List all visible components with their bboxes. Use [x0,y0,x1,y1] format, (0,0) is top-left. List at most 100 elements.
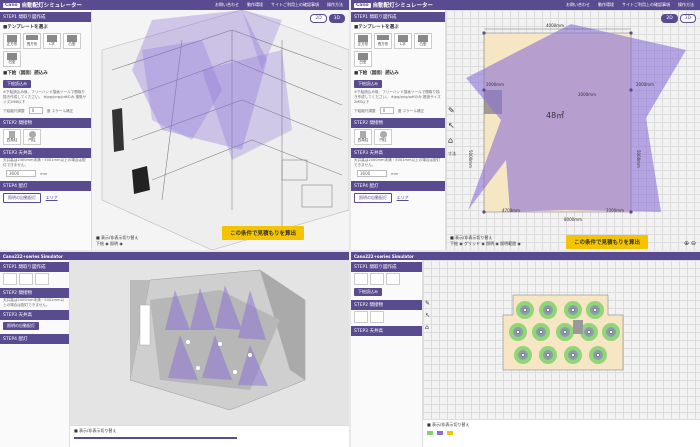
dim-left2: 2000mm [578,92,596,97]
nav-env-2[interactable]: 動作環境 [598,2,614,8]
pointer-icon-4[interactable]: ↖ [425,312,430,319]
step1-header-2: STEP1 間取り図作成 [351,12,445,22]
shape-cylinder[interactable]: 円柱 [23,129,41,145]
legend-purple [437,431,443,435]
rect-icon [26,35,38,40]
legend-bar: ■ 表示/非表示切り替え [423,419,700,447]
template-heading-2: ■テンプレートを選ぶ [354,25,399,30]
view-3d-tab[interactable]: 3D [328,14,345,23]
square-icon [7,35,17,42]
shape-prism-4[interactable] [354,311,368,323]
cylinder-icon [28,131,36,138]
scale-fix-2[interactable]: スケール補正 [403,109,425,113]
brand-logo-2: Cano [354,2,371,8]
zoom-out-icon[interactable]: ⊖ [691,240,696,247]
template-square[interactable]: 正方形 [3,33,21,49]
prism-icon-2 [360,131,366,138]
toggle-bar-2: ■ 表示/非表示切り替え 下絵 ◉ グリッド ◉ 照明 ◉ 照明範囲 ◉ [450,235,521,246]
pencil-icon-4[interactable]: ✎ [425,300,430,307]
scale-input-2[interactable]: 0 [379,107,394,114]
template-square-2[interactable]: 正方形 [354,33,372,49]
auto-light-button-2[interactable]: 照明の自動配灯 [354,193,392,203]
upload-button-4[interactable]: 下絵読込み [354,288,382,296]
shape-prism[interactable]: 四角柱 [3,129,21,145]
nav-howto[interactable]: 操作方法 [327,2,343,8]
toggle-light-2[interactable]: 照明 [486,241,494,246]
template-f[interactable] [386,273,400,285]
view-2d-tab[interactable]: 2D [310,14,327,23]
area-link[interactable]: エリア [46,195,58,200]
step3-header-3: STEP3 天井高 [0,310,69,320]
nav-contact-2[interactable]: お問い合わせ [566,2,590,8]
template-convex-2[interactable]: 凸型 [414,33,432,49]
cylinder-icon-2 [379,131,387,138]
template-a[interactable] [3,273,17,285]
brightness-slider[interactable] [74,437,237,439]
toggle-light[interactable]: 照明 [110,241,118,246]
step3-header-2: STEP3 天井高 [351,148,445,158]
nav-terms-2[interactable]: サイトご利用上の確認事項 [622,2,670,8]
upload-heading-2: ■下絵（図面）読込み [354,71,399,76]
concave-icon [7,53,17,60]
square-icon-2 [358,35,368,42]
estimate-button[interactable]: この条件で見積もりを算出 [222,226,305,240]
app-title: 自動配灯シミュレーター [21,3,83,9]
zoom-in-icon[interactable]: ⊕ [684,240,689,247]
toggle-grid[interactable]: グリッド [464,241,480,246]
sidebar-4: STEP1 間取り図作成 下絵読込み STEP2 間接物 STEP3 天井高 [351,260,423,447]
area-label: 48㎡ [546,111,565,120]
dim-side-l: 5000mm [468,150,473,168]
2d-plan-canvas[interactable]: 2D 3D ✎ ↖ ⌂ 寸法 4000mm 2000mm 2000mm 2000… [446,10,700,250]
dim-left1: 2000mm [486,82,504,87]
step4-header: STEP4 配灯 [0,181,91,191]
toggle-floor-2[interactable]: 下絵 [450,241,458,246]
shape-prism-2[interactable]: 四角柱 [354,129,372,145]
template-c[interactable] [35,273,49,285]
template-e[interactable] [370,273,384,285]
nav-howto-2[interactable]: 操作方法 [678,2,694,8]
nav-env[interactable]: 動作環境 [247,2,263,8]
ceiling-input[interactable]: 3600 [6,170,36,177]
prism-icon [9,131,15,138]
template-l[interactable]: L字 [43,33,61,49]
ceiling-note: 天井高は2400mm未満・5001mm以上の場合は配灯できません。 [3,158,86,167]
estimate-button-2[interactable]: この条件で見積もりを算出 [566,235,649,249]
panel-3d-floorplan: Cano 自動配灯シミュレーター お問い合わせ 動作環境 サイトご利用上の確認事項… [0,0,349,250]
template-convex[interactable]: 凸型 [63,33,81,49]
3d-room-viewport[interactable]: ■ 表示/非表示切り替え [70,260,349,447]
toggle-range[interactable]: 照明範囲 [500,241,516,246]
ceiling-input-2[interactable]: 3600 [357,170,387,177]
template-d[interactable] [354,273,368,285]
template-l-2[interactable]: L字 [394,33,412,49]
shape-cylinder-2[interactable]: 円柱 [374,129,392,145]
template-b[interactable] [19,273,33,285]
auto-light-button-3[interactable]: 照明の自動配灯 [3,322,39,330]
template-concave-2[interactable]: 凹型 [354,51,372,67]
template-rect[interactable]: 長方形 [23,33,41,49]
template-rect-2[interactable]: 長方形 [374,33,392,49]
upload-note-2: ※下絵読込み後、フリーハンド描画ツールで間取り描き作成してください。 ※jpg/… [354,90,441,104]
template-concave[interactable]: 凹型 [3,51,21,67]
dim-right: 2000mm [636,82,654,87]
3d-viewport[interactable]: この条件で見積もりを算出 ■ 表示/非表示切り替え 下絵 ◉ 照明 ◉ 2D 3… [92,9,349,250]
divider-v [349,0,351,447]
light-plan-canvas[interactable]: ✎ ↖ ⌂ ■ 表示/非表示切り替え [423,260,700,447]
nav-contact[interactable]: お問い合わせ [215,2,239,8]
room-scene [129,269,306,411]
toggle-floor[interactable]: 下絵 [96,241,104,246]
scale-fix[interactable]: スケール補正 [52,109,74,113]
3d-scene [101,9,349,250]
scale-input[interactable]: 0 [28,107,43,114]
nav-terms[interactable]: サイトご利用上の確認事項 [271,2,319,8]
area-link-2[interactable]: エリア [397,195,409,200]
header-bar: Cano 自動配灯シミュレーター お問い合わせ 動作環境 サイトご利用上の確認事項… [0,0,349,10]
shape-cylinder-4[interactable] [370,311,384,323]
panel-2d-lights: Cano222+series Simulator STEP1 間取り図作成 下絵… [351,252,700,447]
header-bar-4: Cano222+series Simulator [351,252,700,260]
column-tool-icon-4[interactable]: ⌂ [425,324,430,331]
panel-3d-room: Cano222+series Simulator STEP1 間取り図作成 ST… [0,252,349,447]
auto-light-button[interactable]: 照明の自動配灯 [3,193,41,203]
upload-button[interactable]: 下絵読込み [3,80,31,88]
upload-button-2[interactable]: 下絵読込み [354,80,382,88]
sidebar-2: STEP1 間取り図作成 ■テンプレートを選ぶ 正方形 長方形 L字 凸型 凹型… [351,10,446,250]
